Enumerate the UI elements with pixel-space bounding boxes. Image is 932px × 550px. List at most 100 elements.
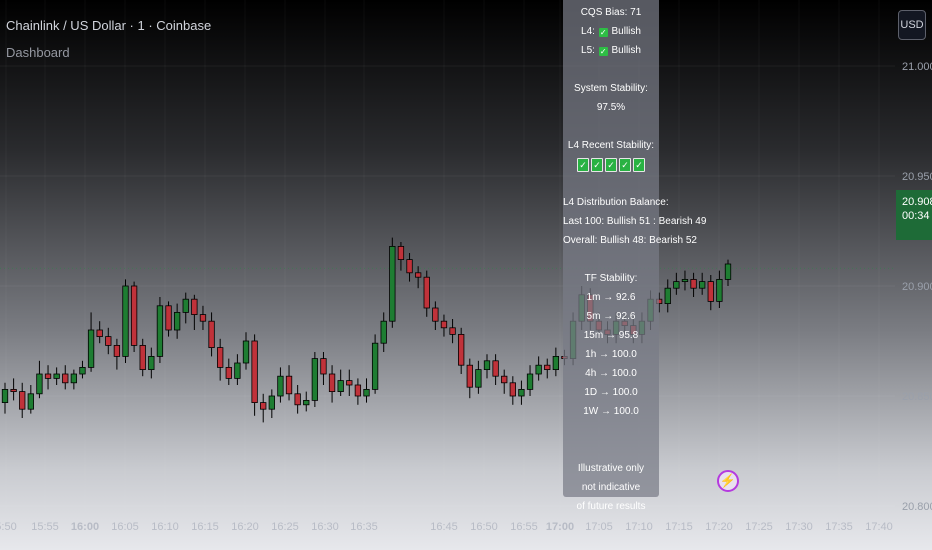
price-tick-label: 20.800 — [902, 501, 932, 513]
bar-countdown: 00:34 — [902, 210, 930, 222]
recent-stability-label: L4 Recent Stability: — [567, 140, 655, 151]
tf-row: 1W → 100.0 — [583, 406, 639, 417]
candle-body — [36, 373, 43, 395]
candle-body — [53, 373, 60, 379]
candle — [716, 270, 723, 308]
candle-body — [354, 384, 362, 397]
candle-body — [501, 375, 508, 384]
candle-body — [191, 298, 198, 316]
candle-body — [475, 369, 482, 388]
candle-body — [87, 329, 95, 368]
current-price: 20.908 — [902, 196, 932, 208]
candle — [535, 356, 542, 381]
time-tick-label: 16:20 — [231, 521, 259, 533]
candle — [466, 358, 473, 399]
candle-body — [406, 259, 413, 274]
tf-row: 1m → 92.6 — [586, 292, 636, 303]
candle — [389, 237, 396, 328]
time-tick-label: 17:15 — [665, 521, 693, 533]
candle-body — [130, 285, 138, 346]
candle-body — [423, 276, 430, 309]
time-tick-label: 16:45 — [430, 521, 458, 533]
time-tick-label: 17:35 — [825, 521, 853, 533]
candle — [664, 279, 671, 313]
candle-body — [346, 380, 353, 386]
disclaimer-line: Illustrative only — [577, 463, 645, 474]
time-tick-label: 16:35 — [350, 521, 378, 533]
time-tick-label: 16:55 — [510, 521, 538, 533]
indicator-name[interactable]: Dashboard — [6, 45, 70, 60]
check-icon: ✓ — [598, 47, 608, 56]
candle — [260, 393, 267, 423]
candle-body — [552, 355, 560, 370]
price-tick-label: 21.000 — [902, 61, 932, 73]
candle-body — [113, 344, 121, 357]
tf-row: 15m → 95.8 — [583, 330, 639, 341]
time-tick-label: 5:50 — [0, 521, 17, 533]
candle-body — [509, 382, 516, 397]
candle — [673, 272, 680, 295]
axes: 21.000 20.950 20.900 20.850 20.800 5:50 15:55 1… — [0, 61, 932, 533]
lightning-icon[interactable]: ⚡ — [717, 470, 739, 492]
l5-label: L5: — [581, 45, 595, 56]
candle — [191, 294, 198, 330]
candle-body — [724, 263, 732, 280]
tf-row: 1D → 100.0 — [584, 387, 638, 398]
candle — [139, 338, 146, 377]
candle-body — [380, 320, 387, 344]
candle — [105, 327, 112, 355]
candle — [148, 347, 155, 379]
candle — [337, 369, 344, 396]
candle — [354, 378, 362, 405]
time-tick-label: 16:10 — [151, 521, 179, 533]
time-tick-label: 16:05 — [111, 521, 139, 533]
current-price-tag: 20.908 00:34 — [896, 190, 932, 240]
candle — [414, 266, 422, 289]
candle — [113, 338, 121, 370]
candle-body — [466, 364, 473, 388]
candle-body — [122, 285, 129, 357]
candle-body — [277, 375, 284, 397]
price-chart[interactable]: 21.000 20.950 20.900 20.850 20.800 5:50 15:55 1… — [0, 0, 932, 550]
candle — [294, 385, 301, 414]
candle — [544, 358, 551, 379]
candle-body — [62, 373, 69, 384]
candle — [1, 382, 9, 414]
l5-state: Bullish — [611, 45, 641, 56]
candle-body — [432, 307, 439, 322]
candle — [70, 369, 78, 390]
candle-body — [328, 373, 336, 393]
candle-body — [518, 388, 525, 397]
time-tick-label: 17:40 — [865, 521, 893, 533]
candle — [234, 354, 241, 385]
candle — [173, 303, 181, 339]
candle-body — [483, 360, 491, 370]
price-tick-label: 20.850 — [902, 391, 932, 403]
check-icon: ✓ — [598, 28, 608, 37]
candle — [79, 360, 86, 379]
candle — [518, 380, 525, 405]
candle-body — [397, 245, 405, 260]
price-tick-label: 20.900 — [902, 281, 932, 293]
candle-body — [217, 347, 224, 368]
candle — [440, 314, 448, 337]
chart-grid — [0, 0, 895, 512]
candle — [122, 279, 129, 363]
system-stability-label: System Stability: — [574, 83, 648, 94]
candle — [62, 365, 69, 390]
candle — [724, 259, 732, 286]
candle-body — [182, 298, 189, 313]
candle — [251, 334, 258, 416]
candle-body — [70, 373, 78, 384]
candle — [285, 365, 293, 401]
candle-body — [225, 366, 232, 379]
time-tick-label: 17:10 — [625, 521, 653, 533]
l4-state: Bullish — [611, 26, 641, 37]
system-stability-value: 97.5% — [596, 102, 626, 113]
candle — [380, 312, 387, 352]
currency-button[interactable]: USD — [898, 10, 926, 40]
candle-body — [260, 402, 267, 410]
candle-body — [156, 305, 164, 357]
symbol-title[interactable]: Chainlink / US Dollar · 1 · Coinbase — [6, 18, 211, 33]
candle-body — [389, 245, 396, 322]
